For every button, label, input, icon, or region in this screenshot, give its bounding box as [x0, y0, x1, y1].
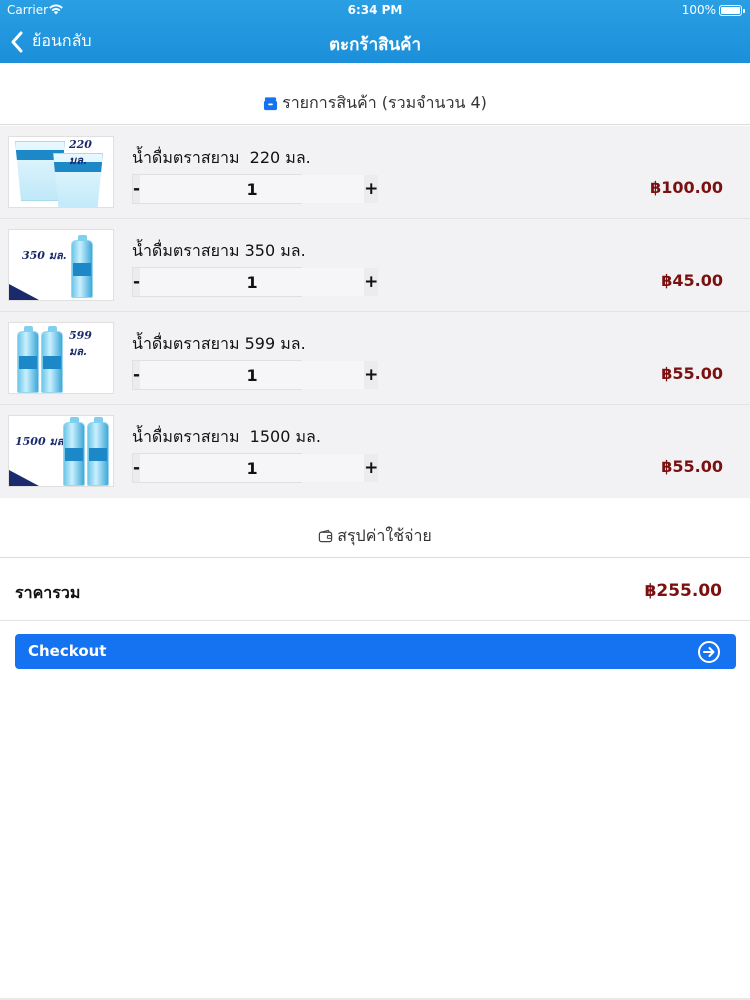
decrease-button[interactable]: -	[133, 175, 141, 203]
app-header: Carrier 6:34 PM 100% ย้อนกลับ ตะกร้าสินค…	[0, 0, 750, 63]
cart-item: 350 มล. น้ำดื่มตราสยาม 350 มล. - + ฿45.0…	[0, 219, 750, 312]
thumb-volume-label: 220 มล.	[69, 138, 92, 167]
increase-button[interactable]: +	[364, 454, 379, 482]
nav-bar: ย้อนกลับ ตะกร้าสินค้า	[0, 22, 750, 63]
total-value: ฿255.00	[644, 581, 722, 601]
item-price: ฿45.00	[661, 271, 723, 290]
quantity-input[interactable]	[140, 268, 365, 296]
quantity-stepper: - +	[132, 174, 379, 204]
cart-item: 220 มล. น้ำดื่มตราสยาม 220 มล. - + ฿100.…	[0, 126, 750, 219]
battery-percent: 100%	[681, 3, 716, 17]
product-name: น้ำดื่มตราสยาม 599 มล.	[132, 334, 306, 353]
quantity-stepper: - +	[132, 453, 379, 483]
decrease-button[interactable]: -	[133, 268, 141, 296]
page-title: ตะกร้าสินค้า	[328, 35, 422, 55]
arrow-right-circle-icon	[698, 641, 720, 663]
product-image: 599 มล.	[8, 322, 114, 394]
increase-button[interactable]: +	[364, 361, 379, 389]
product-image: 220 มล.	[8, 136, 114, 208]
quantity-stepper: - +	[132, 360, 379, 390]
cart-heading: รายการสินค้า (รวมจำนวน 4)	[282, 93, 487, 112]
total-row: ราคารวม ฿255.00	[0, 559, 750, 621]
cart-list: 220 มล. น้ำดื่มตราสยาม 220 มล. - + ฿100.…	[0, 126, 750, 498]
item-price: ฿55.00	[661, 457, 723, 476]
decrease-button[interactable]: -	[133, 361, 141, 389]
product-name: น้ำดื่มตราสยาม 1500 มล.	[132, 427, 321, 446]
decrease-button[interactable]: -	[133, 454, 141, 482]
checkout-label: Checkout	[28, 642, 107, 660]
quantity-stepper: - +	[132, 267, 379, 297]
cart-item: 599 มล. น้ำดื่มตราสยาม 599 มล. - + ฿55.0…	[0, 312, 750, 405]
increase-button[interactable]: +	[364, 175, 379, 203]
product-name: น้ำดื่มตราสยาม 220 มล.	[132, 148, 311, 167]
quantity-input[interactable]	[140, 454, 365, 482]
status-bar: Carrier 6:34 PM 100%	[0, 0, 750, 22]
thumb-volume-label: 350 มล.	[22, 249, 67, 262]
quantity-input[interactable]	[140, 361, 365, 389]
item-price: ฿55.00	[661, 364, 723, 383]
summary-heading: สรุปค่าใช้จ่าย	[337, 526, 432, 545]
product-image: 1500 มล.	[8, 415, 114, 487]
clock: 6:34 PM	[347, 3, 403, 17]
battery-icon	[719, 5, 745, 16]
cart-item: 1500 มล. น้ำดื่มตราสยาม 1500 มล. - + ฿55…	[0, 405, 750, 498]
box-icon	[264, 97, 278, 111]
product-image: 350 มล.	[8, 229, 114, 301]
cart-section-header: รายการสินค้า (รวมจำนวน 4)	[0, 83, 750, 125]
increase-button[interactable]: +	[364, 268, 379, 296]
product-name: น้ำดื่มตราสยาม 350 มล.	[132, 241, 306, 260]
thumb-volume-label: 599 มล.	[69, 329, 92, 358]
checkout-button[interactable]: Checkout	[15, 634, 736, 669]
thumb-volume-label: 1500 มล.	[15, 435, 68, 448]
wallet-icon	[318, 529, 333, 543]
item-price: ฿100.00	[650, 178, 723, 197]
quantity-input[interactable]	[140, 175, 365, 203]
summary-section-header: สรุปค่าใช้จ่าย	[0, 516, 750, 558]
total-label: ราคารวม	[15, 583, 81, 602]
